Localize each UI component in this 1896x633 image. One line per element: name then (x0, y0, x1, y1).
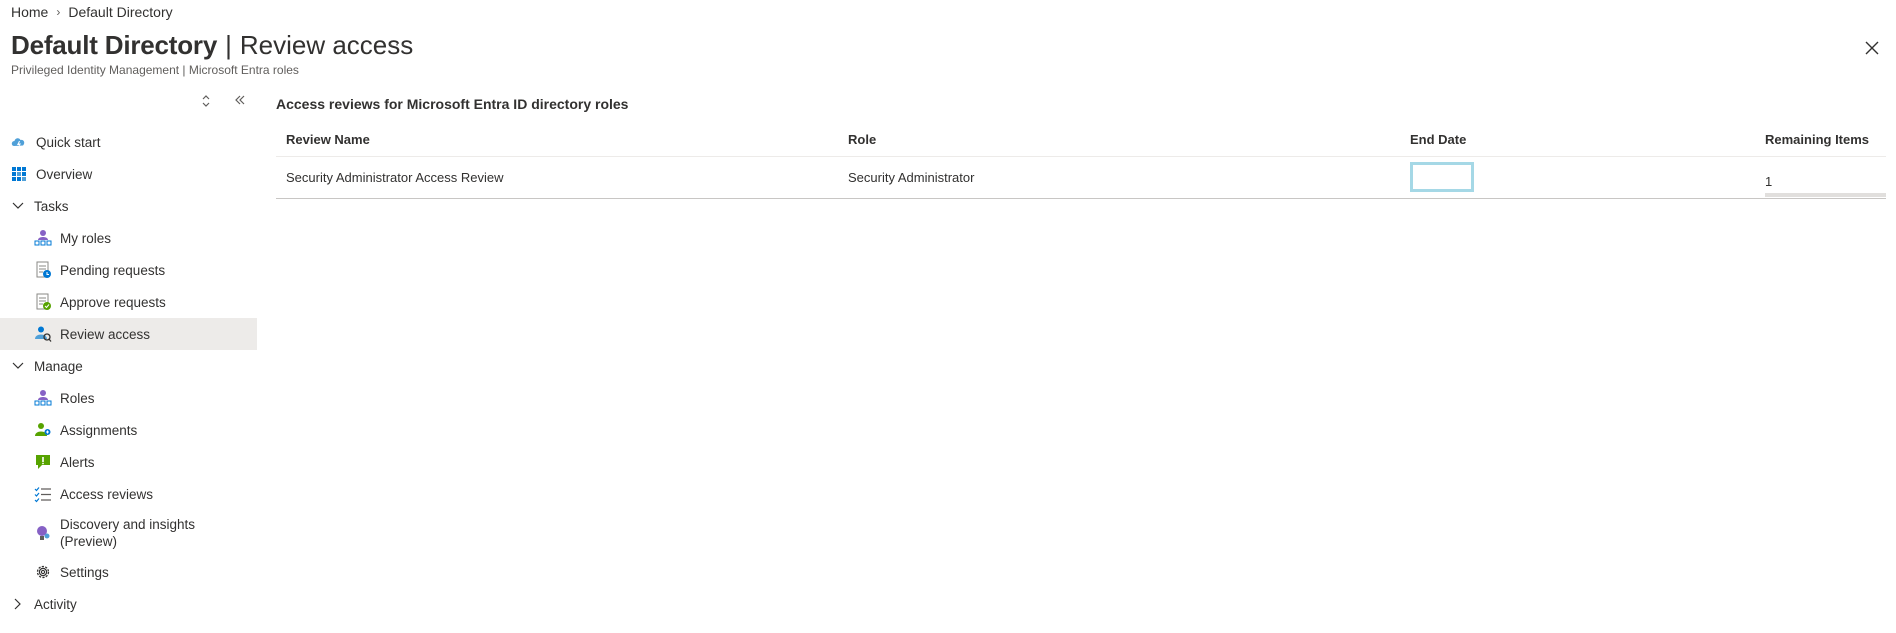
sidebar-item-my-roles[interactable]: My roles (0, 222, 257, 254)
sidebar-item-label: Access reviews (60, 486, 154, 502)
up-down-icon (202, 95, 210, 107)
grid-icon (10, 165, 28, 183)
breadcrumb: Home › Default Directory (11, 4, 173, 20)
sidebar-item-label: Approve requests (60, 294, 166, 310)
breadcrumb-separator: › (56, 5, 61, 19)
column-header-end-date[interactable]: End Date (1400, 124, 1755, 157)
sidebar-item-label-line2: (Preview) (60, 534, 118, 549)
sidebar-nav: Quick start Overview Tasks My roles Pend… (0, 126, 257, 620)
sidebar-item-review-access[interactable]: Review access (0, 318, 257, 350)
sidebar-item-pending-requests[interactable]: Pending requests (0, 254, 257, 286)
sidebar-group-activity[interactable]: Activity (0, 588, 257, 620)
user-roles-icon (34, 229, 52, 247)
lightbulb-icon (34, 524, 52, 542)
sidebar-item-access-reviews[interactable]: Access reviews (0, 478, 257, 510)
document-approve-icon (34, 293, 52, 311)
review-name-cell[interactable]: Security Administrator Access Review (276, 156, 838, 199)
end-date-value[interactable] (1410, 162, 1474, 192)
end-date-cell (1400, 156, 1755, 199)
sidebar-item-discovery-insights[interactable]: Discovery and insights (Preview) (0, 510, 257, 556)
sidebar: Quick start Overview Tasks My roles Pend… (0, 94, 257, 633)
sidebar-group-label: Tasks (34, 198, 69, 214)
sidebar-item-label: Assignments (60, 422, 138, 438)
role-cell: Security Administrator (838, 156, 1400, 199)
page-title-main: Default Directory (11, 30, 218, 60)
sidebar-item-assignments[interactable]: Assignments (0, 414, 257, 446)
cloud-lightning-icon (10, 133, 28, 151)
sidebar-item-quick-start[interactable]: Quick start (0, 126, 257, 158)
sidebar-item-label: Roles (60, 390, 95, 406)
remaining-progress-bar (1765, 192, 1886, 197)
column-header-role[interactable]: Role (838, 124, 1400, 157)
collapse-sidebar-button[interactable] (231, 94, 249, 111)
breadcrumb-current-link[interactable]: Default Directory (68, 4, 172, 20)
sidebar-item-roles[interactable]: Roles (0, 382, 257, 414)
more-options-button[interactable]: ··· (388, 36, 407, 54)
alert-icon (34, 453, 52, 471)
checklist-icon (34, 485, 52, 503)
sidebar-item-label: Quick start (36, 134, 101, 150)
document-pending-icon (34, 261, 52, 279)
user-review-icon (34, 325, 52, 343)
page-title-separator: | (225, 30, 232, 60)
sidebar-group-tasks[interactable]: Tasks (0, 190, 257, 222)
sidebar-tools (197, 94, 249, 111)
sidebar-group-label: Activity (34, 596, 77, 612)
sidebar-item-label: Pending requests (60, 262, 166, 278)
chevron-down-icon (10, 362, 26, 370)
close-button[interactable] (1862, 38, 1882, 58)
sidebar-item-label-line1: Discovery and insights (60, 517, 196, 532)
double-chevron-left-icon (235, 95, 245, 105)
user-roles-icon (34, 389, 52, 407)
chevron-down-icon (10, 202, 26, 210)
sidebar-item-label: Settings (60, 564, 109, 580)
table-header-row: Review Name Role End Date Remaining Item… (276, 124, 1886, 157)
sidebar-item-settings[interactable]: Settings (0, 556, 257, 588)
remaining-items-value: 1 (1765, 173, 1773, 189)
column-header-review-name[interactable]: Review Name (276, 124, 838, 157)
section-title: Access reviews for Microsoft Entra ID di… (276, 96, 629, 112)
sidebar-item-overview[interactable]: Overview (0, 158, 257, 190)
sidebar-item-label: Discovery and insights (Preview) (60, 516, 195, 550)
chevron-right-icon (10, 598, 26, 610)
column-header-remaining-items[interactable]: Remaining Items (1755, 124, 1886, 157)
sidebar-group-label: Manage (34, 358, 83, 374)
sort-toggle-button[interactable] (197, 94, 215, 111)
gear-icon (34, 563, 52, 581)
sidebar-item-approve-requests[interactable]: Approve requests (0, 286, 257, 318)
remaining-items-cell: 1 (1755, 156, 1886, 199)
sidebar-item-label: Review access (60, 326, 151, 342)
page-subtitle: Privileged Identity Management | Microso… (11, 63, 299, 77)
sidebar-item-label: My roles (60, 230, 112, 246)
sidebar-group-manage[interactable]: Manage (0, 350, 257, 382)
main-content: Access reviews for Microsoft Entra ID di… (276, 94, 1886, 199)
table-row[interactable]: Security Administrator Access Review Sec… (276, 156, 1886, 199)
sidebar-item-label: Overview (36, 166, 93, 182)
users-assign-icon (34, 421, 52, 439)
sidebar-item-alerts[interactable]: Alerts (0, 446, 257, 478)
page-title: Default Directory | Review access (11, 30, 413, 61)
sidebar-item-label: Alerts (60, 454, 95, 470)
close-icon (1865, 41, 1879, 55)
access-reviews-table: Review Name Role End Date Remaining Item… (276, 124, 1886, 199)
breadcrumb-home-link[interactable]: Home (11, 4, 48, 20)
